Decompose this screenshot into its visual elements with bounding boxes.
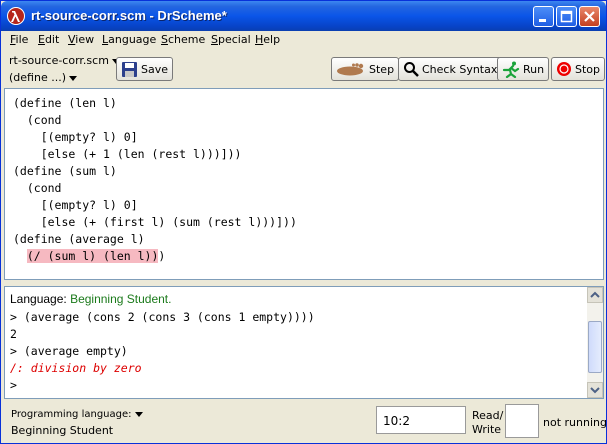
vertical-scrollbar[interactable] (587, 287, 603, 398)
language-name: Beginning Student. (70, 292, 172, 306)
cursor-position: 10:2 (376, 406, 466, 434)
language-line: Language: Beginning Student. (10, 291, 171, 308)
running-state: not running (543, 416, 607, 429)
scroll-down-button[interactable] (587, 382, 603, 398)
error-message: /: division by zero (10, 361, 142, 375)
run-button[interactable]: Run (497, 57, 550, 81)
menu-file[interactable]: File (10, 33, 28, 46)
close-button[interactable] (579, 6, 600, 27)
repl-line: 2 (10, 327, 17, 341)
programming-language-label: Programming language: (11, 409, 132, 420)
chevron-down-icon (134, 411, 143, 417)
repl-line: > (average (cons 2 (cons 3 (cons 1 empty… (10, 310, 315, 324)
running-man-icon (502, 61, 520, 78)
code-line: (define (average l) (13, 232, 145, 246)
programming-language-value: Beginning Student (11, 424, 114, 437)
code-line: [(empty? l) 0] (13, 198, 138, 212)
menu-language[interactable]: Language (102, 33, 156, 46)
magnifier-icon (404, 62, 419, 77)
footprint-icon (337, 63, 364, 76)
code-line: [else (+ (first l) (sum (rest l)))])) (13, 215, 297, 229)
code-line: (cond (13, 181, 62, 195)
define-menu-label: (define ...) (9, 71, 66, 84)
save-button[interactable]: Save (116, 57, 174, 81)
stop-sign-icon (557, 62, 571, 76)
step-label: Step (369, 62, 395, 76)
check-syntax-button[interactable]: Check Syntax (398, 57, 503, 81)
running-indicator (505, 404, 539, 438)
repl-prompt: > (10, 378, 17, 392)
drscheme-lambda-icon (7, 7, 25, 25)
save-label: Save (141, 62, 169, 76)
scroll-up-button[interactable] (587, 287, 603, 303)
chevron-down-icon (590, 387, 600, 394)
maximize-button[interactable] (556, 6, 577, 27)
code-line: [(empty? l) 0] (13, 130, 138, 144)
status-bar: Programming language: Beginning Student … (1, 400, 607, 443)
stop-label: Stop (575, 62, 601, 76)
interactions-pane[interactable]: Language: Beginning Student. > (average … (4, 286, 604, 399)
menu-special[interactable]: Special (211, 33, 251, 46)
run-label: Run (523, 62, 545, 76)
define-menu[interactable]: (define ...) (9, 71, 77, 84)
code-line-highlighted: (/ (sum l) (len l))) (26, 249, 166, 263)
definitions-editor[interactable]: (define (len l) (cond [(empty? l) 0] [el… (4, 88, 604, 280)
floppy-disk-icon (122, 61, 137, 77)
menu-edit[interactable]: Edit (38, 33, 59, 46)
minimize-button[interactable] (533, 6, 554, 27)
menu-scheme[interactable]: Scheme (161, 33, 205, 46)
chevron-down-icon (69, 75, 77, 81)
code-line: (define (len l) (13, 96, 117, 110)
toolbar: rt-source-corr.scm (define ...) Save Ste… (1, 51, 606, 87)
language-prefix: Language: (10, 292, 71, 306)
check-syntax-label: Check Syntax (422, 62, 498, 76)
menu-view[interactable]: View (68, 33, 94, 46)
chevron-up-icon (590, 291, 600, 298)
title-bar[interactable]: rt-source-corr.scm - DrScheme* (1, 1, 606, 31)
programming-language-menu[interactable]: Programming language: (11, 409, 143, 420)
menu-help[interactable]: Help (255, 33, 280, 46)
read-write-status-2: Write (472, 423, 502, 436)
read-write-status: Read/ (472, 409, 504, 422)
scroll-thumb[interactable] (588, 321, 602, 373)
code-line: (cond (13, 113, 62, 127)
code-line: (define (sum l) (13, 164, 117, 178)
filename-label: rt-source-corr.scm (9, 54, 109, 67)
stop-button[interactable]: Stop (551, 57, 606, 81)
drscheme-window: rt-source-corr.scm - DrScheme* File Edit… (0, 0, 607, 444)
filename-menu[interactable]: rt-source-corr.scm (9, 54, 120, 67)
step-button[interactable]: Step (331, 57, 400, 81)
menu-bar: File Edit View Language Scheme Special H… (1, 31, 606, 50)
error-highlight: (/ (sum l) (len l)) (26, 249, 159, 263)
repl-line: > (average empty) (10, 344, 128, 358)
code-line: [else (+ 1 (len (rest l)))])) (13, 147, 242, 161)
window-title: rt-source-corr.scm - DrScheme* (31, 8, 227, 23)
